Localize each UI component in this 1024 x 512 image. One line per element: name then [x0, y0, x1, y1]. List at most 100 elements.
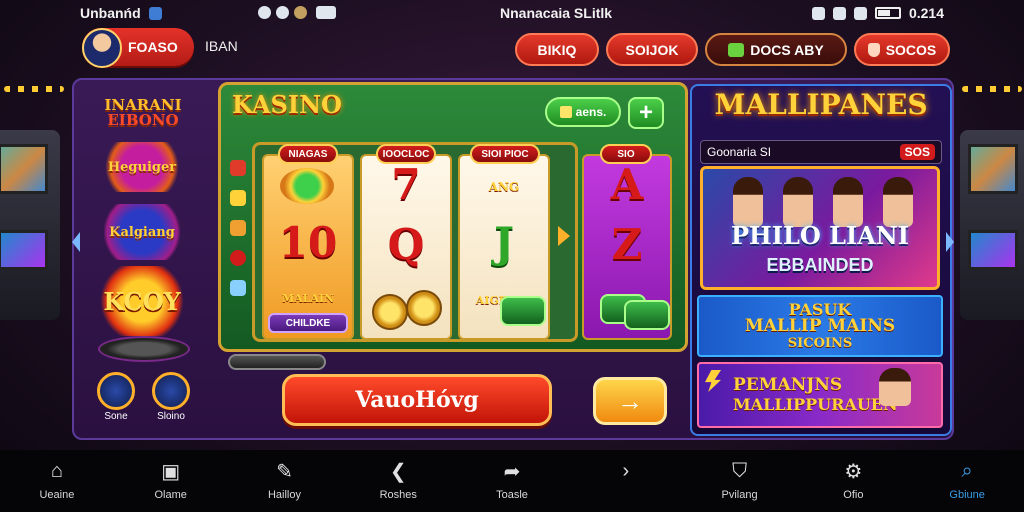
- nav-item-8[interactable]: ⚙ Ofio: [796, 450, 910, 512]
- logo-line-2: EIBONO: [107, 111, 179, 129]
- bolt-icon: [705, 370, 721, 392]
- gear-icon: ⚙: [844, 461, 863, 483]
- reel-1-tag: NIAGAS: [278, 144, 338, 164]
- home-icon: ⌂: [50, 460, 63, 482]
- status-time: 0.214: [908, 5, 944, 21]
- status-left-text: Unbanńd: [80, 5, 141, 21]
- side-gems: [230, 160, 250, 310]
- chip-icon: [500, 296, 546, 326]
- profile-label: FOASO: [128, 39, 178, 55]
- user-icon[interactable]: [97, 372, 135, 410]
- chevron-right-icon[interactable]: [946, 232, 954, 252]
- avatar[interactable]: [82, 28, 122, 68]
- game-logo-kalgiang[interactable]: Kalgiang: [96, 204, 188, 260]
- header-pill-2[interactable]: SOIJOK: [606, 33, 698, 66]
- shield-icon: [148, 6, 162, 20]
- signal-icon: [853, 6, 867, 20]
- promo-card-1[interactable]: PHILO LIANI EBBAINDED: [700, 166, 940, 290]
- promo-2-line-1: PASUK: [788, 299, 852, 319]
- reel-3-tag: SIOI PIOC: [470, 144, 540, 164]
- reel-4-symbol-2: Z: [611, 220, 643, 269]
- edit-icon: ✎: [276, 461, 293, 483]
- header-pill-4[interactable]: SOCOS: [854, 33, 950, 66]
- nav-item-9[interactable]: ⌕ Gbiune: [910, 450, 1024, 512]
- status-bar: Unbanńd Nnanacaia SLitlk 0.214: [0, 0, 1024, 26]
- next-button[interactable]: →: [593, 377, 667, 425]
- promo-title: MALLIPANES: [714, 88, 928, 121]
- chip-icon: [624, 300, 670, 330]
- reel-3-symbol: J: [494, 218, 514, 267]
- coin-icon: [372, 294, 408, 330]
- wifi-icon: [832, 6, 846, 20]
- gem-gold-icon: [230, 190, 246, 206]
- character-icon: [733, 177, 763, 227]
- slot-handle[interactable]: [228, 354, 326, 370]
- header-pill-1[interactable]: BIKIQ: [515, 33, 599, 66]
- logo-text: KCOY: [103, 286, 181, 316]
- back-icon: ❮: [389, 461, 407, 483]
- nav-item-6[interactable]: ›: [569, 450, 683, 512]
- gem-ruby-icon: [230, 250, 246, 266]
- battery-icon: [874, 7, 901, 19]
- reel-2-symbol-2: Q: [387, 220, 425, 269]
- arcade-cabinet-right: [960, 130, 1024, 320]
- spin-button[interactable]: VauoHóvg: [282, 374, 552, 426]
- search-icon: ⌕: [961, 460, 973, 482]
- reel-1-small: MALAIN: [281, 292, 335, 305]
- feather-icon[interactable]: [152, 372, 190, 410]
- nav-label: Pvilang: [721, 488, 758, 501]
- nav-item-7[interactable]: ⛉ Pvilang: [683, 450, 797, 512]
- nav-item-4[interactable]: ❮ Roshes: [341, 450, 455, 512]
- promo-card-2[interactable]: PASUK MALLIP MAINS SICOINS: [697, 295, 943, 357]
- character-icon: [833, 177, 863, 227]
- promo-1-line-1: PHILO LIANI: [731, 221, 909, 250]
- promo-subheader: Goonaria SI SOS: [700, 140, 942, 164]
- nav-item-5[interactable]: ➦ Toasle: [455, 450, 569, 512]
- arcade-cabinet-left: [0, 130, 60, 320]
- round-button-1-label: Sone: [104, 411, 128, 422]
- promo-sub-right: SOS: [899, 144, 935, 160]
- gem-diamond-icon: [230, 280, 246, 296]
- chevron-left-icon[interactable]: [72, 232, 80, 252]
- reel-1-badge: CHILDKE: [268, 313, 348, 333]
- reel-4-symbol-1: A: [610, 160, 644, 209]
- promo-1-line-2: EBBAINDED: [766, 255, 874, 275]
- character-icon: [883, 177, 913, 227]
- nav-label: Ofio: [843, 488, 864, 501]
- slot-title: KASINO: [232, 90, 342, 119]
- game-logo-heguiger[interactable]: Heguiger: [96, 142, 188, 192]
- bet-button[interactable]: aens.: [545, 97, 621, 127]
- nav-label: Ueaine: [39, 488, 75, 501]
- nav-item-3[interactable]: ✎ Hailloy: [228, 450, 342, 512]
- gem-icon: [728, 42, 745, 57]
- header-pill-1-label: BIKIQ: [537, 41, 577, 58]
- game-logo-kcoy[interactable]: KCOY: [94, 266, 190, 336]
- username: IBAN: [205, 38, 238, 54]
- nav-item-2[interactable]: ▣ Olame: [114, 450, 228, 512]
- promo-2-line-3: SICOINS: [787, 335, 853, 351]
- alarm-icon: [811, 6, 825, 20]
- gear-icon: [276, 6, 289, 19]
- game-logo-casino[interactable]: INARANI EIBONO: [100, 92, 186, 134]
- share-icon: ➦: [503, 461, 521, 483]
- book-icon: ▣: [161, 461, 181, 483]
- nav-label: Roshes: [379, 488, 417, 501]
- gem-red-icon: [230, 160, 246, 176]
- nav-label: Hailloy: [267, 488, 301, 501]
- status-center-text: Nnanacaia SLitlk: [500, 5, 613, 21]
- nav-item-1[interactable]: ⌂ Ueaine: [0, 450, 114, 512]
- promo-sub-left: Goonaria SI: [707, 145, 772, 159]
- header-pill-3[interactable]: DOCS ABY: [705, 33, 847, 66]
- nav-label: Gbiune: [949, 488, 985, 501]
- emblem-icon: [280, 168, 334, 204]
- promo-card-3[interactable]: PEMANJNS MALLIPPURAUEN: [697, 362, 943, 428]
- chat-icon: [294, 6, 307, 19]
- plus-button[interactable]: +: [628, 97, 664, 129]
- gem-orange-icon: [230, 220, 246, 236]
- header-pill-3-label: DOCS ABY: [750, 41, 824, 58]
- reel-arrow-icon: [558, 226, 570, 246]
- character-icon: [783, 177, 813, 227]
- cap-icon: ⛉: [732, 460, 748, 482]
- silent-icon: [316, 6, 336, 19]
- coin-icon: [559, 106, 572, 118]
